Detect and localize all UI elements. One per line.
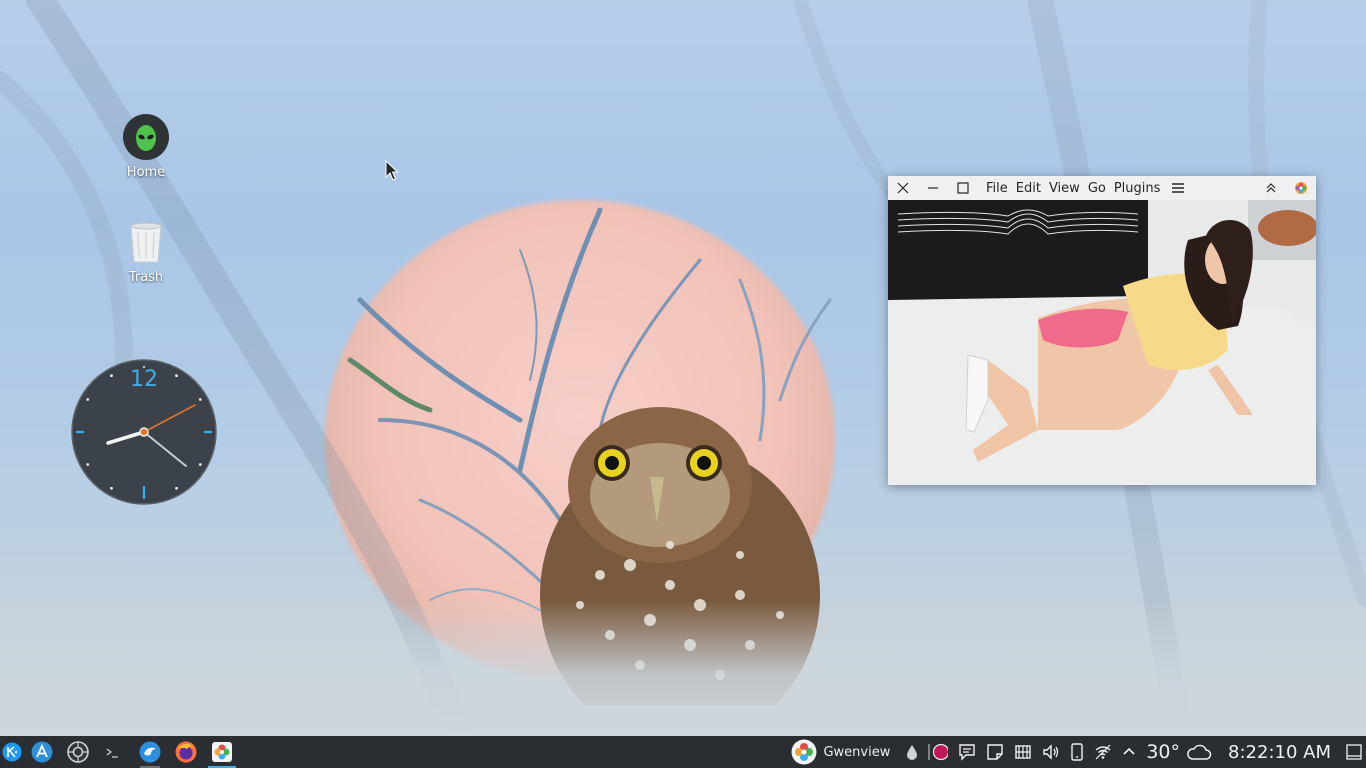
- desktop-icon-label: Trash: [128, 270, 164, 285]
- dolphin-launcher[interactable]: [132, 736, 168, 768]
- volume-icon: [1043, 744, 1059, 760]
- taskbar-panel: Gwenview 30° 8:22:10 AM: [0, 736, 1366, 768]
- wifi-icon: [1095, 744, 1111, 760]
- image-viewer-photo[interactable]: [888, 200, 1316, 485]
- task-label: Gwenview: [823, 744, 891, 760]
- menu-plugins[interactable]: Plugins: [1110, 181, 1165, 196]
- minimize-icon: [928, 187, 938, 189]
- notification-icon: [959, 744, 976, 761]
- tray-expand-button[interactable]: [1117, 736, 1141, 768]
- weather-widget[interactable]: 30°: [1141, 736, 1217, 768]
- close-icon: [897, 182, 909, 194]
- gwenview-icon: [212, 742, 232, 762]
- menubar: File Edit View Go Plugins: [982, 181, 1164, 196]
- system-settings-launcher[interactable]: [60, 736, 96, 768]
- firefox-launcher[interactable]: [168, 736, 204, 768]
- menu-edit[interactable]: Edit: [1012, 181, 1045, 196]
- tray-color-picker[interactable]: [901, 736, 923, 768]
- maximize-button[interactable]: [948, 176, 978, 200]
- gwenview-window[interactable]: File Edit View Go Plugins: [888, 176, 1316, 485]
- record-icon: [928, 743, 949, 761]
- collapse-icon: [1266, 183, 1276, 193]
- task-gwenview[interactable]: Gwenview: [786, 736, 901, 768]
- tray-kdeconnect[interactable]: [1065, 736, 1089, 768]
- notes-icon: [987, 744, 1004, 760]
- gwenview-launcher[interactable]: [204, 736, 240, 768]
- system-tray: Gwenview 30° 8:22:10 AM: [786, 736, 1366, 768]
- phone-icon: [1071, 743, 1084, 761]
- firefox-icon: [175, 741, 197, 763]
- window-app-icon: [1286, 176, 1316, 200]
- tray-notifications[interactable]: [953, 736, 981, 768]
- desktop-icon-trash[interactable]: Trash: [110, 218, 182, 285]
- minimize-button[interactable]: [918, 176, 948, 200]
- tray-volume[interactable]: [1037, 736, 1065, 768]
- collapse-button[interactable]: [1256, 176, 1286, 200]
- tray-device-notifier[interactable]: [1009, 736, 1037, 768]
- mouse-cursor-icon: [385, 160, 399, 181]
- clock-time: 8:22:10 AM: [1228, 741, 1331, 763]
- maximize-icon: [957, 182, 969, 194]
- wallpaper-ground-haze: [0, 600, 1366, 736]
- hamburger-menu-icon: [1172, 183, 1185, 193]
- window-titlebar[interactable]: File Edit View Go Plugins: [888, 176, 1316, 200]
- konsole-launcher[interactable]: [96, 736, 132, 768]
- digital-clock[interactable]: 8:22:10 AM: [1217, 736, 1344, 768]
- desktop-icon-label: Home: [126, 165, 166, 180]
- menu-file[interactable]: File: [982, 181, 1012, 196]
- show-desktop-button[interactable]: [1344, 736, 1366, 768]
- cloud-icon: [1187, 744, 1212, 760]
- tray-sticky-notes[interactable]: [981, 736, 1009, 768]
- alien-home-icon: [123, 114, 169, 160]
- hamburger-menu-button[interactable]: [1164, 176, 1192, 200]
- application-launcher-button[interactable]: [0, 736, 24, 768]
- file-manager-icon: [139, 741, 161, 763]
- gwenview-task-icon: [791, 739, 817, 765]
- store-icon: [31, 741, 53, 763]
- terminal-icon: [106, 748, 118, 758]
- device-icon: [1015, 745, 1032, 759]
- settings-icon: [67, 741, 89, 763]
- menu-go[interactable]: Go: [1084, 181, 1110, 196]
- chevron-up-icon: [1123, 747, 1135, 755]
- discover-launcher[interactable]: [24, 736, 60, 768]
- trash-bin-icon: [130, 222, 162, 263]
- weather-temperature: 30°: [1146, 741, 1181, 763]
- gwenview-app-icon: [1295, 182, 1307, 194]
- close-button[interactable]: [888, 176, 918, 200]
- clock-numeral-12: 12: [130, 367, 158, 392]
- kde-logo-icon: [2, 742, 22, 762]
- tray-screen-recorder[interactable]: [923, 736, 953, 768]
- droplet-icon: [907, 745, 918, 760]
- desktop-icon-home[interactable]: Home: [110, 113, 182, 180]
- tray-network[interactable]: [1089, 736, 1117, 768]
- analog-clock-widget[interactable]: 12: [71, 359, 217, 505]
- menu-view[interactable]: View: [1045, 181, 1084, 196]
- show-desktop-icon: [1346, 744, 1362, 760]
